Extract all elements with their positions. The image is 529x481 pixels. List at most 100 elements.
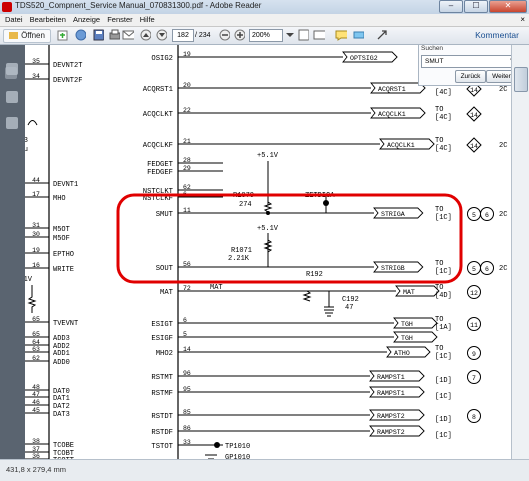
- save-icon[interactable]: [92, 29, 104, 41]
- fit-width-icon[interactable]: [313, 29, 325, 41]
- dest-circle-number: 14: [470, 112, 478, 119]
- dest-to-label: TO: [435, 284, 443, 292]
- dest-circle-number: 5: [472, 212, 476, 219]
- connector-label: RAMPST1: [377, 390, 405, 397]
- page-size-readout: 431,8 x 279,4 mm: [6, 465, 67, 474]
- resistor-value: 2.21K: [228, 255, 250, 263]
- highlight-icon[interactable]: [352, 29, 364, 41]
- toolbar: Öffnen 182 / 234 200% Kommentar: [0, 27, 529, 45]
- close-button[interactable]: ✕: [489, 0, 527, 13]
- zoom-in-icon[interactable]: [233, 29, 245, 41]
- left-net-label: M5OF: [53, 235, 70, 243]
- window-controls: – ☐ ✕: [439, 0, 527, 13]
- right-pin-label: OSIG2: [151, 55, 173, 63]
- left-net-label: M5OT: [53, 226, 70, 234]
- dest-circle-number: 12: [470, 290, 478, 297]
- attachment-icon[interactable]: [6, 117, 18, 129]
- menu-item-anzeige[interactable]: Anzeige: [73, 14, 100, 26]
- back-button[interactable]: Zurück: [455, 70, 486, 83]
- page-down-icon[interactable]: [155, 29, 167, 41]
- side-ref-label: 2C: [499, 265, 507, 273]
- connector-label: ATHO: [394, 350, 410, 357]
- right-pin-label: MHO2: [156, 350, 173, 358]
- share-icon[interactable]: [74, 29, 86, 41]
- email-icon[interactable]: [122, 29, 134, 41]
- connector-label: TGH: [401, 335, 413, 342]
- comment-panel-button[interactable]: Kommentar: [475, 29, 519, 42]
- fit-page-icon[interactable]: [297, 29, 309, 41]
- connector-label: STRIGB: [381, 265, 405, 272]
- page-number-input[interactable]: 182: [172, 29, 194, 42]
- supply-label: +5.1V: [257, 225, 279, 233]
- left-net-label: DEVNT2F: [53, 77, 82, 85]
- menu-bar: Datei Bearbeiten Anzeige Fenster Hilfe ×: [0, 14, 529, 27]
- left-pin-number: 48: [32, 384, 40, 391]
- folder-icon: [9, 32, 19, 40]
- dest-ref-label: [1C]: [435, 214, 452, 222]
- zoom-out-icon[interactable]: [218, 29, 230, 41]
- bookmark-icon[interactable]: [6, 91, 18, 103]
- left-pin-number: 35: [32, 58, 40, 65]
- vertical-scrollbar[interactable]: [511, 45, 529, 459]
- left-net-label: ADD0: [53, 359, 70, 367]
- menu-item-datei[interactable]: Datei: [5, 14, 23, 26]
- connector-label: ACQRST1: [378, 86, 406, 93]
- dest-circle-number: 7: [472, 375, 476, 382]
- document-close-icon[interactable]: ×: [520, 14, 525, 26]
- chevron-down-icon[interactable]: [284, 29, 296, 41]
- connector-label: RAMPST2: [377, 429, 405, 436]
- menu-item-bearbeiten[interactable]: Bearbeiten: [30, 14, 66, 26]
- left-misc-label: C1053: [25, 137, 28, 145]
- left-net-label: DAT1: [53, 395, 70, 403]
- comment-icon[interactable]: [335, 29, 347, 41]
- right-pin-label: RSTDF: [151, 429, 173, 437]
- minimize-button[interactable]: –: [439, 0, 463, 13]
- right-pin-label: ACQRST1: [143, 86, 173, 94]
- left-pin-number: 46: [32, 399, 40, 406]
- status-bar: 431,8 x 279,4 mm: [0, 459, 529, 481]
- zoom-level-select[interactable]: 200%: [249, 29, 283, 42]
- dest-to-label: TO: [435, 260, 443, 268]
- dest-ref-label: [1D]: [435, 377, 452, 385]
- dest-to-label: TO: [435, 206, 443, 214]
- adobe-reader-icon: [2, 2, 12, 12]
- left-pin-number: 16: [32, 262, 40, 269]
- open-button[interactable]: Öffnen: [3, 29, 51, 43]
- left-net-label: ADD1: [53, 350, 70, 358]
- resistor-icon: [302, 290, 312, 302]
- menu-item-hilfe[interactable]: Hilfe: [140, 14, 155, 26]
- connector-label: OPTSIG2: [350, 55, 378, 62]
- dest-to-label: TO: [435, 137, 443, 145]
- right-pin-label: MAT: [160, 289, 174, 297]
- net-label: MAT: [210, 284, 223, 292]
- supply-label: +5.1V: [25, 276, 33, 284]
- left-net-label: DAT3: [53, 411, 70, 419]
- side-ref-label: 2C: [499, 142, 507, 150]
- left-pin-number: 63: [32, 346, 40, 353]
- document-view[interactable]: 35 DEVNT2T 34 DEVNT2F 44 DEVNT1 17 MHO 31 M5OT 30 M…: [25, 45, 512, 459]
- left-pin-number: 47: [32, 391, 40, 398]
- print-icon[interactable]: [108, 29, 120, 41]
- left-pin-number: 38: [32, 438, 40, 445]
- expand-icon[interactable]: [376, 29, 388, 41]
- dest-ref-label: [1C]: [435, 268, 452, 276]
- maximize-button[interactable]: ☐: [464, 0, 488, 13]
- side-ref-label: 2C: [499, 211, 507, 219]
- connector-label: MAT: [403, 289, 415, 296]
- capacitor-label: C192: [342, 296, 359, 304]
- search-input[interactable]: SMUT▼: [421, 55, 518, 68]
- connector-label: RAMPST2: [377, 413, 405, 420]
- left-pin-number: 62: [32, 355, 40, 362]
- left-net-label: DAT2: [53, 403, 70, 411]
- page-up-icon[interactable]: [139, 29, 151, 41]
- pages-icon-shadow: [5, 67, 17, 79]
- left-resistor-icon: [27, 285, 37, 313]
- left-misc-label: 0.01u: [25, 146, 28, 154]
- left-net-label: WRITE: [53, 266, 74, 274]
- resistor-label: R192: [306, 271, 323, 279]
- create-pdf-icon[interactable]: [56, 29, 68, 41]
- scroll-thumb[interactable]: [514, 67, 528, 92]
- connector-label: TGH: [401, 321, 413, 328]
- left-pin-number: 30: [32, 231, 40, 238]
- menu-item-fenster[interactable]: Fenster: [107, 14, 132, 26]
